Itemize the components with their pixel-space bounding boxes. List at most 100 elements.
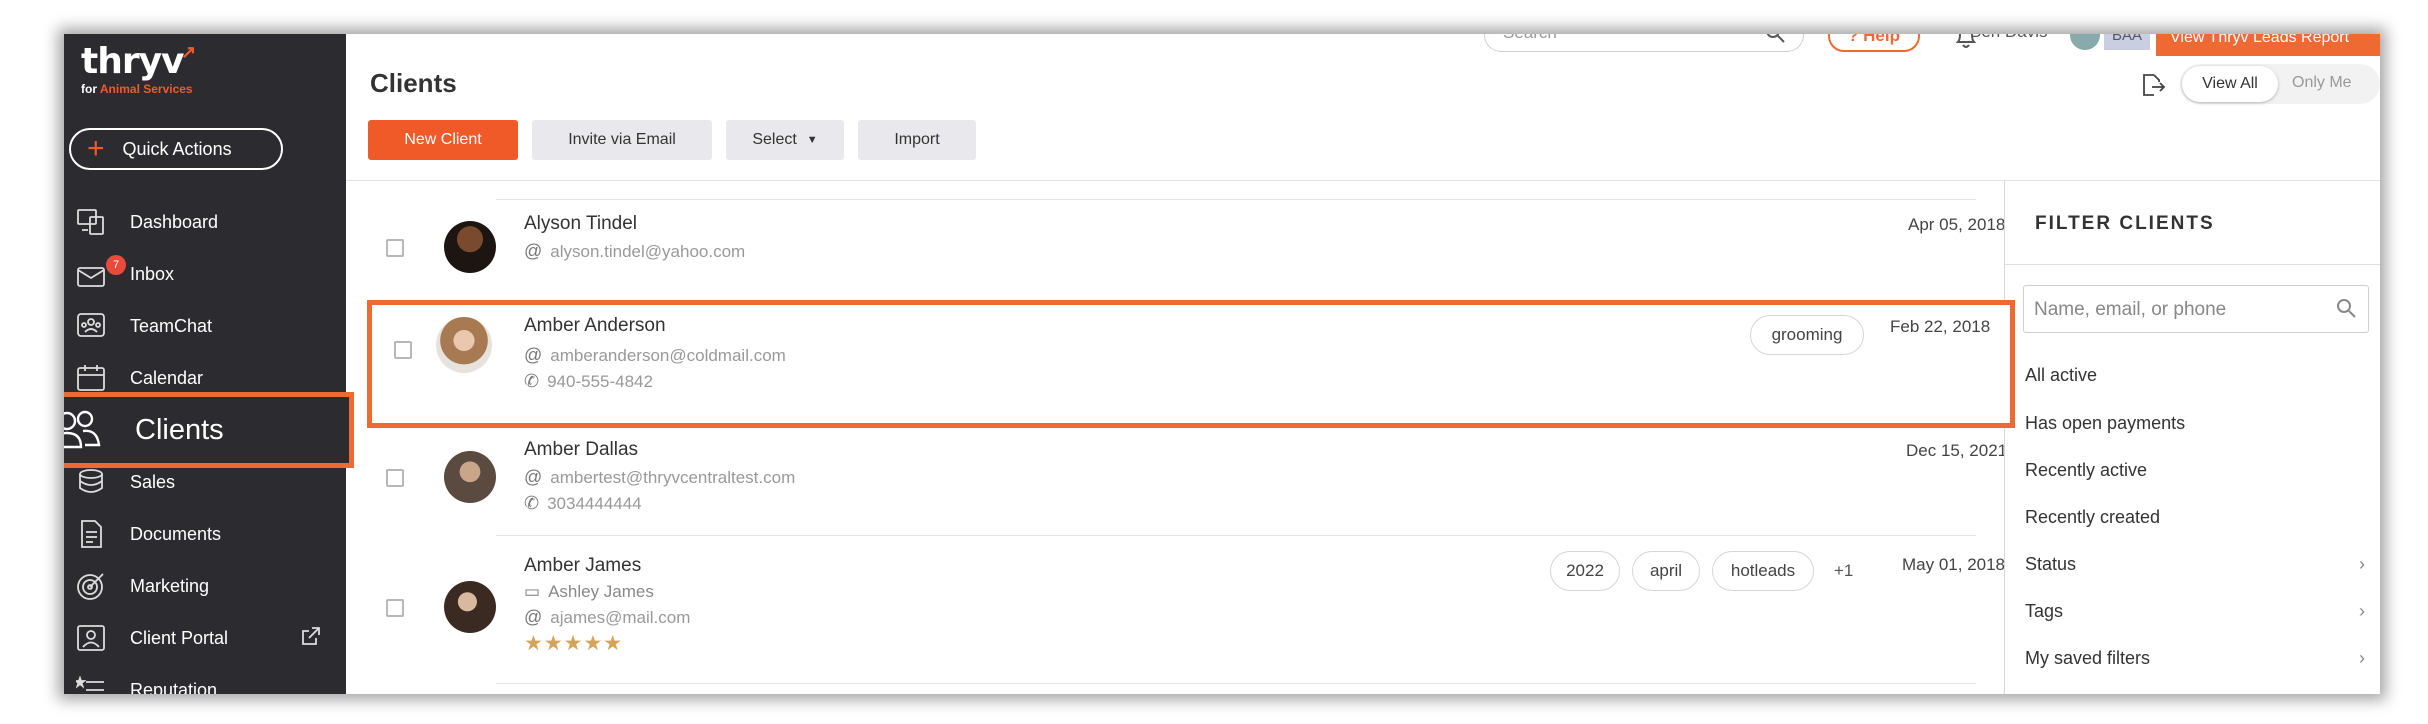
caret-down-icon: ▼ <box>806 134 818 146</box>
client-name[interactable]: Alyson Tindel <box>524 213 637 235</box>
chevron-right-icon: › <box>2359 648 2365 668</box>
client-name[interactable]: Amber James <box>524 555 641 577</box>
table-row[interactable]: Amber Dallas @ ambertest@thryvcentraltest… <box>346 431 2066 535</box>
filter-panel: FILTER CLIENTS Name, email, or phone All… <box>2004 180 2380 694</box>
only-me-toggle[interactable]: Only Me <box>2292 74 2352 92</box>
table-row[interactable]: Alyson Tindel @ alyson.tindel@yahoo.com A… <box>346 199 2066 295</box>
id-card-icon: ▭ <box>524 582 541 601</box>
logo-sub-prefix: for <box>81 82 97 96</box>
thryv-logo[interactable]: thryv ↗ for Animal Services <box>81 41 197 97</box>
sidebar-item-teamchat[interactable]: TeamChat <box>64 304 346 348</box>
client-phone-line: ✆ 3034444444 <box>524 493 642 514</box>
filter-tags[interactable]: Tags › <box>2025 601 2365 622</box>
reputation-icon <box>76 675 106 694</box>
rating-stars: ★★★★★ <box>524 632 624 655</box>
filter-saved[interactable]: My saved filters › <box>2025 648 2365 669</box>
client-email-line: @ alyson.tindel@yahoo.com <box>524 241 745 262</box>
account-initials[interactable]: BAA <box>2104 34 2150 50</box>
row-checkbox[interactable] <box>386 469 404 487</box>
filter-search-input[interactable]: Name, email, or phone <box>2023 285 2369 333</box>
calendar-icon <box>76 363 106 393</box>
filter-status[interactable]: Status › <box>2025 554 2365 575</box>
view-scope-toggle: View All Only Me <box>2180 64 2380 104</box>
logo-word: thryv <box>81 41 185 82</box>
client-email-line: @ ambertest@thryvcentraltest.com <box>524 467 795 488</box>
user-name[interactable]: Ben Davis <box>1970 34 2047 42</box>
sidebar-item-dashboard[interactable]: Dashboard <box>64 200 346 244</box>
global-search-placeholder: Search <box>1503 34 1557 42</box>
filter-recently-active[interactable]: Recently active <box>2025 460 2365 481</box>
sidebar-item-client-portal[interactable]: Client Portal <box>64 616 346 660</box>
sidebar-item-marketing[interactable]: Marketing <box>64 564 346 608</box>
sidebar-item-documents[interactable]: Documents <box>64 512 346 556</box>
external-link-icon[interactable] <box>300 625 322 652</box>
phone-icon: ✆ <box>524 371 540 391</box>
table-row[interactable]: Amber James ▭ Ashley James @ ajames@mail.c… <box>346 535 2066 685</box>
avatar <box>444 451 496 503</box>
documents-icon <box>76 519 106 549</box>
filter-open-payments[interactable]: Has open payments <box>2025 413 2365 434</box>
row-checkbox[interactable] <box>394 341 412 359</box>
global-search-input[interactable]: Search <box>1484 34 1804 52</box>
inbox-icon: 7 <box>76 255 126 289</box>
client-date: Feb 22, 2018 <box>1890 317 1991 336</box>
teamchat-icon <box>76 311 106 341</box>
client-email: amberanderson@coldmail.com <box>550 346 786 365</box>
client-email: ajames@mail.com <box>550 608 691 627</box>
view-leads-report-button[interactable]: View Thryv Leads Report <box>2156 34 2380 56</box>
select-label: Select <box>752 131 797 148</box>
clients-icon <box>64 407 101 453</box>
client-email-line: @ ajames@mail.com <box>524 607 690 628</box>
sidebar-item-reputation[interactable]: Reputation <box>64 668 346 694</box>
quick-actions-button[interactable]: + Quick Actions <box>69 128 283 170</box>
avatar <box>444 581 496 633</box>
page-title: Clients <box>370 68 457 98</box>
table-row-highlighted[interactable]: Amber Anderson @ amberanderson@coldmail.c… <box>367 300 2015 428</box>
client-contact-line: ▭ Ashley James <box>524 582 654 602</box>
tag-chip[interactable]: april <box>1632 551 1700 591</box>
invite-via-email-button[interactable]: Invite via Email <box>532 120 712 160</box>
logo-subtitle: for Animal Services <box>81 82 193 96</box>
row-checkbox[interactable] <box>386 239 404 257</box>
client-list: Alyson Tindel @ alyson.tindel@yahoo.com A… <box>346 180 2070 694</box>
plus-icon: + <box>87 132 105 165</box>
export-icon[interactable] <box>2140 72 2166 103</box>
filter-header: FILTER CLIENTS <box>2005 181 2380 265</box>
import-button[interactable]: Import <box>858 120 976 160</box>
quick-actions-label: Quick Actions <box>122 138 232 159</box>
client-phone-line: ✆ 940-555-4842 <box>524 371 653 392</box>
logo-arrow-icon: ↗ <box>181 42 197 62</box>
logo-sub-accent: Animal Services <box>99 82 193 96</box>
filter-saved-label: My saved filters <box>2025 648 2151 668</box>
search-icon <box>2336 298 2356 324</box>
user-avatar[interactable] <box>2070 34 2100 50</box>
client-date: Apr 05, 2018 <box>1908 215 2006 234</box>
client-phone: 3034444444 <box>547 494 642 513</box>
sidebar-item-inbox[interactable]: 7 Inbox <box>64 252 346 296</box>
client-contact: Ashley James <box>548 582 654 601</box>
phone-icon: ✆ <box>524 493 540 513</box>
inbox-badge: 7 <box>106 255 126 275</box>
chevron-right-icon: › <box>2359 554 2365 574</box>
row-divider <box>496 683 1976 684</box>
sidebar-item-label: Dashboard <box>130 211 219 232</box>
view-all-toggle[interactable]: View All <box>2182 66 2278 102</box>
client-date: Dec 15, 2021 <box>1906 441 2008 460</box>
filter-all-active[interactable]: All active <box>2025 365 2365 386</box>
help-button[interactable]: ? Help <box>1828 34 1920 52</box>
tag-chip[interactable]: 2022 <box>1550 551 1620 591</box>
client-name[interactable]: Amber Dallas <box>524 439 638 461</box>
sidebar-item-clients[interactable]: Clients <box>64 392 354 468</box>
at-icon: @ <box>524 607 543 627</box>
filter-recently-created[interactable]: Recently created <box>2025 507 2365 528</box>
more-tags-count[interactable]: +1 <box>1834 561 1853 581</box>
row-checkbox[interactable] <box>386 599 404 617</box>
tag-chip[interactable]: grooming <box>1750 315 1864 355</box>
new-client-button[interactable]: New Client <box>368 120 518 160</box>
client-phone: 940-555-4842 <box>547 372 653 391</box>
sidebar-item-label: Marketing <box>130 575 210 596</box>
tag-chip[interactable]: hotleads <box>1712 551 1814 591</box>
client-name[interactable]: Amber Anderson <box>524 315 666 337</box>
select-dropdown[interactable]: Select ▼ <box>726 120 844 160</box>
search-icon <box>1765 34 1785 48</box>
